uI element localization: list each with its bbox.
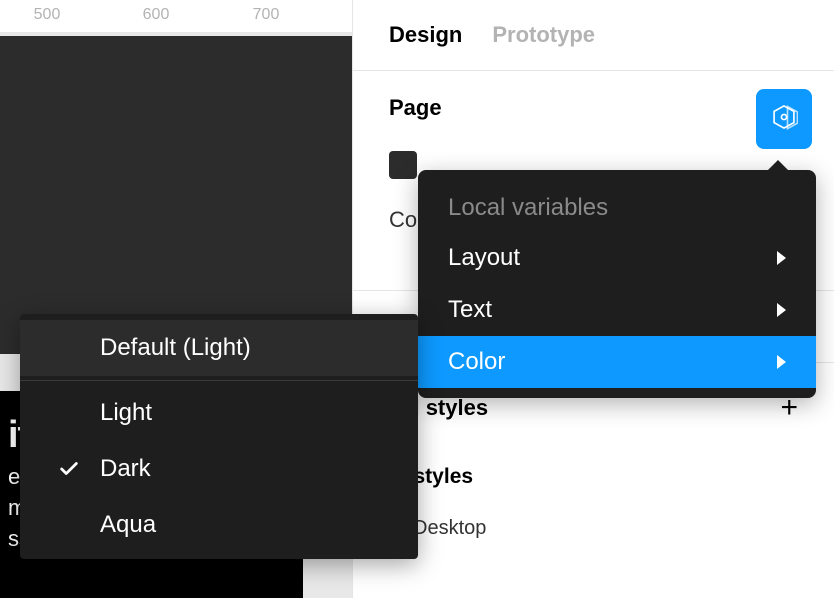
color-swatch[interactable] [389,151,417,179]
mode-item-dark[interactable]: Dark [20,441,418,497]
mode-item-label: Aqua [100,511,156,538]
mode-item-aqua[interactable]: Aqua [20,497,418,553]
style-group-item[interactable]: Desktop [389,517,798,540]
text-styles-header: xt styles [389,465,798,489]
ruler: 500 600 700 [0,0,352,32]
ruler-tick: 600 [143,6,170,24]
submenu-arrow-icon [777,355,786,369]
ruler-tick: 500 [34,6,61,24]
menu-item-label: Color [448,348,505,376]
variables-menu-item-layout[interactable]: Layout [418,232,816,284]
tab-design[interactable]: Design [389,22,462,48]
mode-item-label: Default (Light) [100,334,251,361]
check-icon [58,458,80,480]
mode-item-default[interactable]: Default (Light) [20,320,418,376]
page-section-title: Page [389,95,442,121]
menu-item-label: Layout [448,244,520,272]
variables-menu-item-color[interactable]: Color [418,336,816,388]
variables-menu: Local variables Layout Text Color [418,170,816,398]
style-group-label: Desktop [413,517,486,540]
tab-prototype[interactable]: Prototype [492,22,595,48]
menu-divider [20,380,418,381]
mode-item-label: Light [100,399,152,426]
panel-tabs: Design Prototype [353,0,834,71]
canvas-frame[interactable] [0,36,352,354]
variables-menu-item-text[interactable]: Text [418,284,816,336]
hexagon-icon [770,103,798,136]
variables-button[interactable] [756,89,812,149]
submenu-arrow-icon [777,251,786,265]
mode-item-label: Dark [100,455,151,482]
color-modes-menu: Default (Light) Light Dark Aqua [20,314,418,559]
ruler-tick: 700 [253,6,280,24]
menu-item-label: Text [448,296,492,324]
mode-item-light[interactable]: Light [20,385,418,441]
variables-menu-header: Local variables [418,180,816,232]
submenu-arrow-icon [777,303,786,317]
